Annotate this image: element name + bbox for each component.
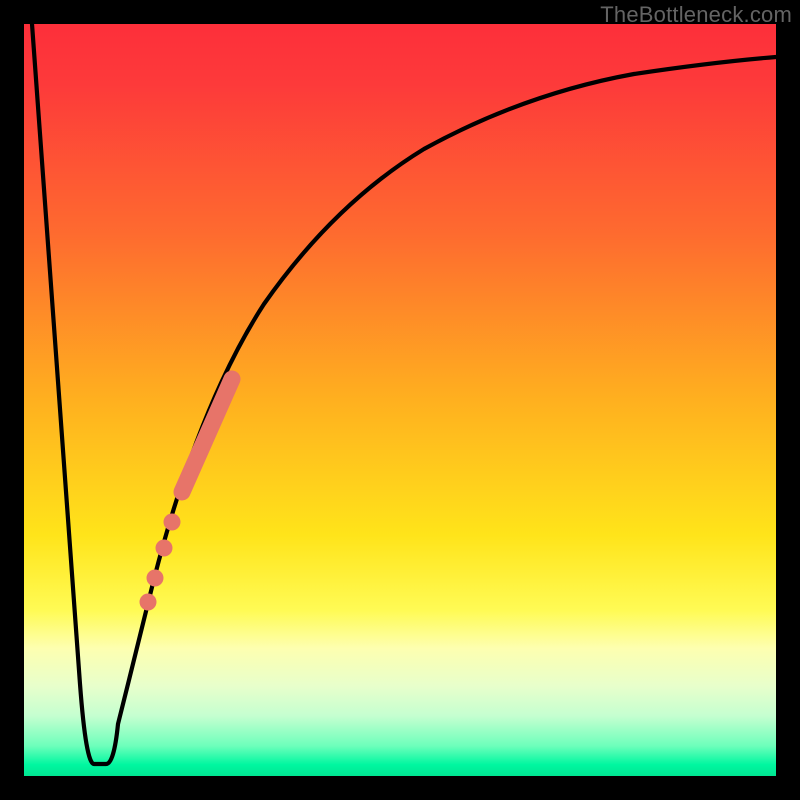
marker-dot	[164, 514, 181, 531]
curve-path	[32, 24, 776, 764]
plot-area	[24, 24, 776, 776]
chart-frame: TheBottleneck.com	[0, 0, 800, 800]
marker-thick-segment	[182, 379, 232, 492]
marker-dot	[156, 540, 173, 557]
marker-dot	[140, 594, 157, 611]
bottleneck-curve	[24, 24, 776, 776]
attribution-text: TheBottleneck.com	[600, 2, 792, 28]
marker-dot	[147, 570, 164, 587]
